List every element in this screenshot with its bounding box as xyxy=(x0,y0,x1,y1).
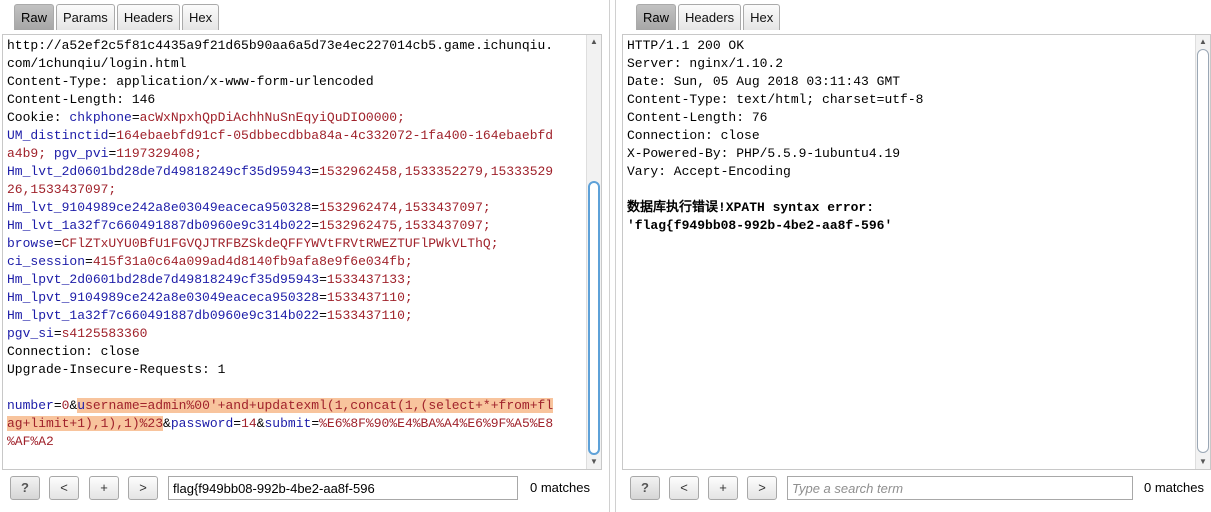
tab-headers[interactable]: Headers xyxy=(116,4,180,30)
cookie-value: s4125583360 xyxy=(61,326,148,341)
header-content-length: Content-Length: 146 xyxy=(7,92,156,107)
cookie-key: Hm_lvt_2d0601bd28de7d49818249cf35d95943 xyxy=(7,164,312,179)
cookie-value: 1532962458,1533352279,15333529 xyxy=(319,164,554,179)
header-content-type: Content-Type: application/x-www-form-url… xyxy=(7,74,374,89)
response-tabs: Raw Headers Hex xyxy=(636,4,782,32)
error-message: 数据库执行错误!XPATH syntax error: xyxy=(627,200,875,215)
next-button[interactable]: > xyxy=(747,476,777,500)
cookie-key: pgv_si xyxy=(7,326,54,341)
response-pane: Raw Headers Hex HTTP/1.1 200 OK Server: … xyxy=(620,0,1211,512)
request-pane: Raw Params Headers Hex http://a52ef2c5f8… xyxy=(0,0,605,512)
match-count: 0 matches xyxy=(1144,480,1204,495)
tab-hex[interactable]: Hex xyxy=(181,4,220,30)
header-content-length: Content-Length: 76 xyxy=(627,110,768,125)
tab-raw[interactable]: Raw xyxy=(14,4,55,30)
scroll-thumb[interactable] xyxy=(1197,49,1209,453)
cookie-key: UM_distinctid xyxy=(7,128,109,143)
cookie-key: pgv_pvi xyxy=(53,146,109,161)
search-input[interactable] xyxy=(168,476,518,500)
previous-button[interactable]: < xyxy=(669,476,699,500)
response-scrollbar[interactable]: ▲ ▼ xyxy=(1195,35,1210,469)
cookie-key: Hm_lvt_1a32f7c660491887db0960e9c314b022 xyxy=(7,218,312,233)
cookie-value: a4b9; xyxy=(7,146,47,161)
highlighted-payload: ag+limit+1),1),1)%23 xyxy=(7,416,164,431)
header-vary: Vary: Accept-Encoding xyxy=(627,164,791,179)
header-content-type: Content-Type: text/html; charset=utf-8 xyxy=(627,92,924,107)
cookie-value: 1533437110; xyxy=(326,308,413,323)
param-key: submit xyxy=(264,416,312,431)
cookie-value: 1532962474,1533437097; xyxy=(319,200,491,215)
cookie-key: Hm_lpvt_1a32f7c660491887db0960e9c314b022 xyxy=(7,308,320,323)
help-button[interactable]: ? xyxy=(10,476,40,500)
request-text[interactable]: http://a52ef2c5f81c4435a9f21d65b90aa6a5d… xyxy=(7,37,583,451)
cookie-value: 1197329408; xyxy=(116,146,203,161)
cookie-key: Hm_lpvt_9104989ce242a8e03049eaceca950328 xyxy=(7,290,320,305)
param-value: 14 xyxy=(241,416,257,431)
param-separator: & xyxy=(256,416,265,431)
cookie-value: 1532962475,1533437097; xyxy=(319,218,491,233)
response-text[interactable]: HTTP/1.1 200 OK Server: nginx/1.10.2 Dat… xyxy=(627,37,1192,235)
param-key: number xyxy=(7,398,54,413)
tab-hex[interactable]: Hex xyxy=(743,4,781,30)
header-server: Server: nginx/1.10.2 xyxy=(627,56,784,71)
flag-output: 'flag{f949bb08-992b-4be2-aa8f-596' xyxy=(627,218,893,233)
tab-params[interactable]: Params xyxy=(56,4,115,30)
pane-splitter[interactable] xyxy=(605,0,620,512)
cookie-value: 164ebaebfd91cf-05dbbecdbba84a-4c332072-1… xyxy=(116,128,554,143)
request-search-bar: ? < + > 0 matches xyxy=(0,476,605,502)
request-scrollbar[interactable]: ▲ ▼ xyxy=(586,35,601,469)
param-key: password xyxy=(170,416,234,431)
param-key-cursor: u xyxy=(77,398,86,413)
cookie-label: Cookie: xyxy=(7,110,70,125)
add-button[interactable]: + xyxy=(708,476,738,500)
header-connection: Connection: close xyxy=(7,344,140,359)
next-button[interactable]: > xyxy=(128,476,158,500)
cookie-key: Hm_lpvt_2d0601bd28de7d49818249cf35d95943 xyxy=(7,272,320,287)
param-value: %E6%8F%90%E4%BA%A4%E6%9F%A5%E8 xyxy=(319,416,554,431)
cookie-value: 26,1533437097; xyxy=(7,182,117,197)
help-button[interactable]: ? xyxy=(630,476,660,500)
status-line: HTTP/1.1 200 OK xyxy=(627,38,745,53)
scroll-up-icon[interactable]: ▲ xyxy=(1198,37,1208,47)
add-button[interactable]: + xyxy=(89,476,119,500)
header-powered-by: X-Powered-By: PHP/5.5.9-1ubuntu4.19 xyxy=(627,146,901,161)
request-editor[interactable]: http://a52ef2c5f81c4435a9f21d65b90aa6a5d… xyxy=(2,34,602,470)
request-line: com/1chunqiu/login.html xyxy=(7,56,187,71)
param-value: %AF%A2 xyxy=(7,434,54,449)
scroll-down-icon[interactable]: ▼ xyxy=(589,457,599,467)
cookie-value: 1533437133; xyxy=(326,272,413,287)
previous-button[interactable]: < xyxy=(49,476,79,500)
tab-headers[interactable]: Headers xyxy=(678,4,742,30)
cookie-key: ci_session xyxy=(7,254,86,269)
tab-raw[interactable]: Raw xyxy=(636,4,677,30)
highlighted-payload: sername=admin%00'+and+updatexml(1,concat… xyxy=(85,398,554,413)
header-connection: Connection: close xyxy=(627,128,760,143)
param-separator: & xyxy=(163,416,171,431)
cookie-key: Hm_lvt_9104989ce242a8e03049eaceca950328 xyxy=(7,200,312,215)
cookie-value: 1533437110; xyxy=(326,290,413,305)
response-search-bar: ? < + > 0 matches xyxy=(620,476,1211,502)
response-editor[interactable]: HTTP/1.1 200 OK Server: nginx/1.10.2 Dat… xyxy=(622,34,1211,470)
cookie-key: browse xyxy=(7,236,54,251)
cookie-value: acWxNpxhQpDiAchhNuSnEqyiQuDIO0000; xyxy=(139,110,405,125)
header-date: Date: Sun, 05 Aug 2018 03:11:43 GMT xyxy=(627,74,901,89)
header-upgrade: Upgrade-Insecure-Requests: 1 xyxy=(7,362,226,377)
match-count: 0 matches xyxy=(530,480,590,495)
scroll-thumb[interactable] xyxy=(588,181,600,455)
request-line: http://a52ef2c5f81c4435a9f21d65b90aa6a5d… xyxy=(7,38,554,53)
cookie-value: 415f31a0c64a099ad4d8140fb9afa8e9f6e034fb… xyxy=(92,254,413,269)
cookie-value: CFlZTxUYU0BfU1FGVQJTRFBZSkdeQFFYWVtFRVtR… xyxy=(61,236,499,251)
scroll-up-icon[interactable]: ▲ xyxy=(589,37,599,47)
scroll-down-icon[interactable]: ▼ xyxy=(1198,457,1208,467)
cookie-key: chkphone xyxy=(69,110,132,125)
request-tabs: Raw Params Headers Hex xyxy=(14,4,221,32)
search-input[interactable] xyxy=(787,476,1133,500)
